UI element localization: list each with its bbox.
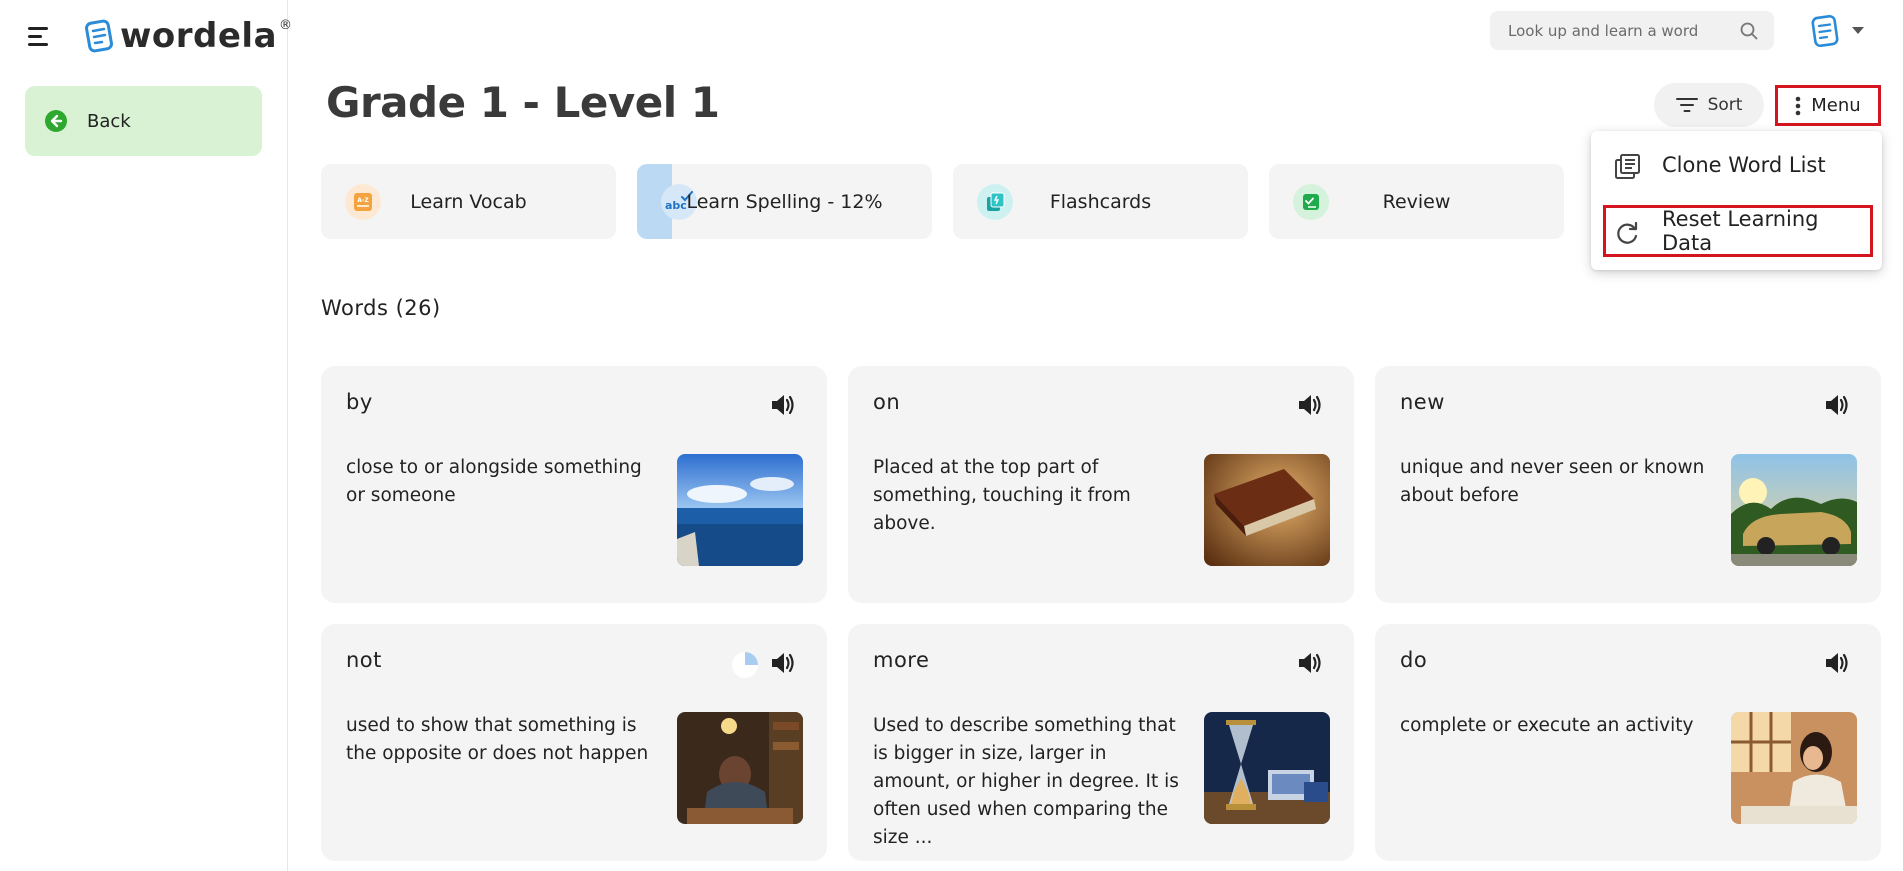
activity-label: Review [1382, 190, 1451, 213]
sidebar: wordela ® Back [0, 0, 292, 871]
learning-progress-pie [732, 652, 758, 678]
menu-dropdown: Clone Word List Reset Learning Data [1591, 131, 1882, 270]
word-definition: Placed at the top part of something, tou… [873, 457, 1131, 534]
word-title: more [873, 648, 930, 672]
logo-text: wordela [120, 16, 278, 56]
menu-item-clone-word-list[interactable]: Clone Word List [1591, 139, 1882, 191]
word-image-girl-studying [1731, 712, 1857, 824]
word-card[interactable]: do complete or execute an activity [1375, 624, 1881, 861]
registered-mark: ® [279, 18, 293, 33]
speaker-icon[interactable] [1296, 650, 1324, 676]
menu-label: Menu [1811, 95, 1861, 116]
word-title: do [1400, 648, 1428, 672]
activity-learn-spelling[interactable]: abc Learn Spelling - 12% [637, 164, 932, 239]
word-card[interactable]: new unique and never seen or known about… [1375, 366, 1881, 603]
back-label: Back [87, 110, 131, 132]
refresh-icon [1617, 221, 1638, 244]
wordela-logo-icon [85, 19, 113, 53]
more-vertical-icon [1795, 96, 1801, 115]
activity-label: Learn Spelling - 12% [686, 190, 883, 213]
search-icon[interactable] [1740, 22, 1758, 40]
word-image-hourglass [1204, 712, 1330, 824]
word-image-student [677, 712, 803, 824]
menu-button[interactable]: Menu [1775, 85, 1881, 126]
words-count-heading: Words (26) [321, 296, 441, 320]
hamburger-menu-icon[interactable] [28, 27, 50, 46]
activity-bar: A-Z Learn Vocab abc Learn Spelling - 12%… [321, 164, 1564, 239]
search-input[interactable] [1508, 21, 1740, 40]
speaker-icon[interactable] [1296, 392, 1324, 418]
menu-item-label: Reset Learning Data [1662, 207, 1819, 255]
sort-button[interactable]: Sort [1654, 83, 1764, 127]
arrow-left-icon [45, 110, 67, 132]
speaker-icon[interactable] [1823, 392, 1851, 418]
word-card[interactable]: not used to show that something is the o… [321, 624, 827, 861]
word-grid: by close to or alongside something or so… [321, 366, 1881, 861]
speaker-icon[interactable] [1823, 650, 1851, 676]
word-title: on [873, 390, 901, 414]
word-image-ocean [677, 454, 803, 566]
activity-label: Flashcards [1049, 190, 1152, 213]
user-avatar-icon[interactable] [1808, 14, 1842, 48]
word-definition: used to show that something is the oppos… [346, 715, 649, 764]
page-title: Grade 1 - Level 1 [326, 78, 720, 127]
back-button[interactable]: Back [25, 86, 262, 156]
word-definition: complete or execute an activity [1400, 715, 1694, 736]
search-bar [1490, 11, 1774, 50]
speaker-icon[interactable] [769, 650, 797, 676]
speaker-icon[interactable] [769, 392, 797, 418]
menu-item-label: Clone Word List [1662, 153, 1826, 177]
activity-review[interactable]: Review [1269, 164, 1564, 239]
library-icon [1615, 154, 1640, 179]
word-image-book-on-table [1204, 454, 1330, 566]
word-definition: close to or alongside something or someo… [346, 457, 642, 506]
activity-learn-vocab[interactable]: A-Z Learn Vocab [321, 164, 616, 239]
word-definition: Used to describe something that is bigge… [873, 715, 1179, 848]
word-title: by [346, 390, 373, 414]
chevron-down-icon[interactable] [1852, 27, 1864, 34]
menu-item-reset-learning-data[interactable]: Reset Learning Data [1603, 205, 1873, 257]
word-definition: unique and never seen or known about bef… [1400, 457, 1705, 506]
word-card[interactable]: by close to or alongside something or so… [321, 366, 827, 603]
logo[interactable]: wordela ® [84, 16, 292, 56]
word-title: new [1400, 390, 1445, 414]
activity-flashcards[interactable]: Flashcards [953, 164, 1248, 239]
word-image-new-car [1731, 454, 1857, 566]
sort-label: Sort [1707, 95, 1743, 115]
sort-icon [1675, 98, 1698, 112]
word-title: not [346, 648, 382, 672]
activity-label: Learn Vocab [410, 190, 527, 213]
word-card[interactable]: on Placed at the top part of something, … [848, 366, 1354, 603]
word-card[interactable]: more Used to describe something that is … [848, 624, 1354, 861]
